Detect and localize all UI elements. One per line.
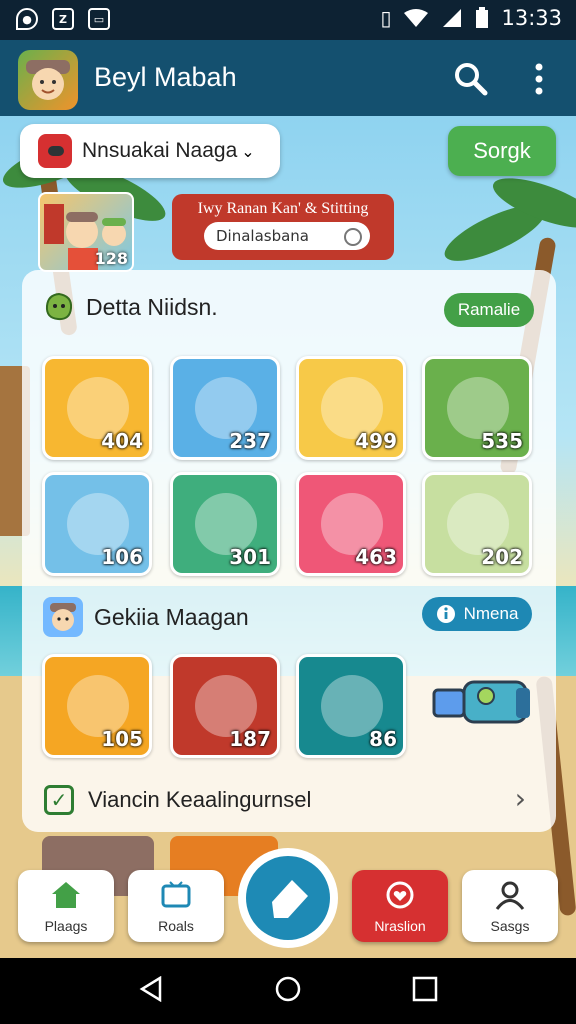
avatar-icon	[43, 597, 83, 637]
more-vertical-icon	[535, 63, 543, 95]
battery-icon	[476, 7, 489, 28]
signal-icon	[443, 9, 462, 27]
blob-icon	[45, 292, 73, 321]
pill-icon	[38, 134, 72, 168]
radio-icon	[344, 228, 362, 246]
section-action-1[interactable]: Ramalie	[444, 293, 534, 327]
nav-label: Nraslion	[374, 918, 426, 934]
tile-count: 463	[355, 545, 397, 569]
app-notification-icon: Z	[52, 8, 74, 30]
category-selector[interactable]: Nnsuakai Naaga ⌄	[20, 124, 280, 178]
section1-tile[interactable]: 499	[296, 356, 406, 460]
bottom-list-link[interactable]: ✓ Viancin Keaalingurnsel ›	[44, 780, 534, 820]
tile-count: 86	[369, 727, 397, 751]
section1-tile[interactable]: 535	[422, 356, 532, 460]
tag-icon	[272, 880, 308, 918]
nav-nraslion[interactable]: Nraslion	[352, 870, 448, 942]
section2-tile[interactable]: 187	[170, 654, 280, 758]
banner-field[interactable]: Dinalasbana	[204, 222, 370, 250]
section1-tile[interactable]: 301	[170, 472, 280, 576]
chevron-right-icon: ›	[514, 782, 526, 815]
notification-icon: ●	[16, 8, 38, 30]
search-button[interactable]	[452, 60, 490, 98]
vibrate-icon: ▯	[380, 6, 392, 30]
tile-count: 202	[481, 545, 523, 569]
nav-roals[interactable]: Roals	[128, 870, 224, 942]
search-icon	[455, 63, 488, 96]
section-action-2[interactable]: Nmena	[422, 597, 532, 631]
center-action-button[interactable]	[238, 848, 338, 948]
nav-label: Roals	[158, 918, 194, 934]
house-icon	[52, 882, 80, 908]
tool-illustration[interactable]	[428, 668, 538, 738]
user-icon	[495, 881, 525, 910]
nav-plaags[interactable]: Plaags	[18, 870, 114, 942]
nav-sasgs[interactable]: Sasgs	[462, 870, 558, 942]
tile-count: 301	[229, 545, 271, 569]
section-header-2: Gekiia Maagan	[42, 596, 249, 638]
section-title-1: Detta Niidsn.	[86, 293, 218, 320]
tile-count: 106	[101, 545, 143, 569]
status-bar: ● Z ▭ ▯ 13:33	[0, 0, 576, 40]
promo-banner[interactable]: Iwy Ranan Kan' & Stitting Dinalasbana	[172, 194, 394, 260]
nav-label: Plaags	[44, 918, 88, 934]
section-header-1: Detta Niidsn.	[44, 292, 218, 322]
chevron-down-icon: ⌄	[241, 141, 255, 161]
checkbox-icon: ✓	[44, 785, 74, 815]
message-icon: ▭	[88, 8, 110, 30]
section1-tile[interactable]: 106	[42, 472, 152, 576]
tile-count: 499	[355, 429, 397, 453]
flashlight-icon	[432, 680, 530, 724]
tv-icon	[161, 881, 191, 908]
app-avatar[interactable]	[18, 50, 78, 110]
section2-tile[interactable]: 86	[296, 654, 406, 758]
row-link-label: Viancin Keaalingurnsel	[88, 787, 312, 812]
tile-count: 404	[101, 429, 143, 453]
back-icon[interactable]	[138, 976, 164, 1002]
recents-icon[interactable]	[412, 976, 438, 1002]
section-action-2-label: Nmena	[463, 604, 519, 623]
app-title: Beyl Mabah	[94, 62, 237, 92]
section1-tile[interactable]: 202	[422, 472, 532, 576]
section-title-2: Gekiia Maagan	[94, 603, 249, 630]
tile-count: 535	[481, 429, 523, 453]
heart-badge-icon	[386, 881, 414, 909]
wifi-icon	[404, 9, 429, 27]
sort-button[interactable]: Sorgk	[448, 126, 556, 176]
section1-tile[interactable]: 463	[296, 472, 406, 576]
featured-count: 128	[94, 249, 128, 268]
tile-count: 187	[229, 727, 271, 751]
clock: 13:33	[501, 6, 562, 30]
nav-label: Sasgs	[490, 918, 530, 934]
selector-label: Nnsuakai Naaga	[82, 139, 238, 162]
featured-thumbnail[interactable]: 128	[38, 192, 134, 272]
banner-field-value: Dinalasbana	[216, 227, 310, 245]
section1-tile[interactable]: 404	[42, 356, 152, 460]
system-nav-bar	[0, 958, 576, 1024]
banner-title: Iwy Ranan Kan' & Stitting	[197, 200, 369, 217]
info-icon	[436, 605, 455, 623]
app-bar: Beyl Mabah	[0, 40, 576, 116]
section1-tile[interactable]: 237	[170, 356, 280, 460]
home-icon[interactable]	[275, 976, 301, 1002]
section2-tile[interactable]: 105	[42, 654, 152, 758]
tile-count: 105	[101, 727, 143, 751]
more-options-button[interactable]	[522, 60, 556, 98]
tile-count: 237	[229, 429, 271, 453]
